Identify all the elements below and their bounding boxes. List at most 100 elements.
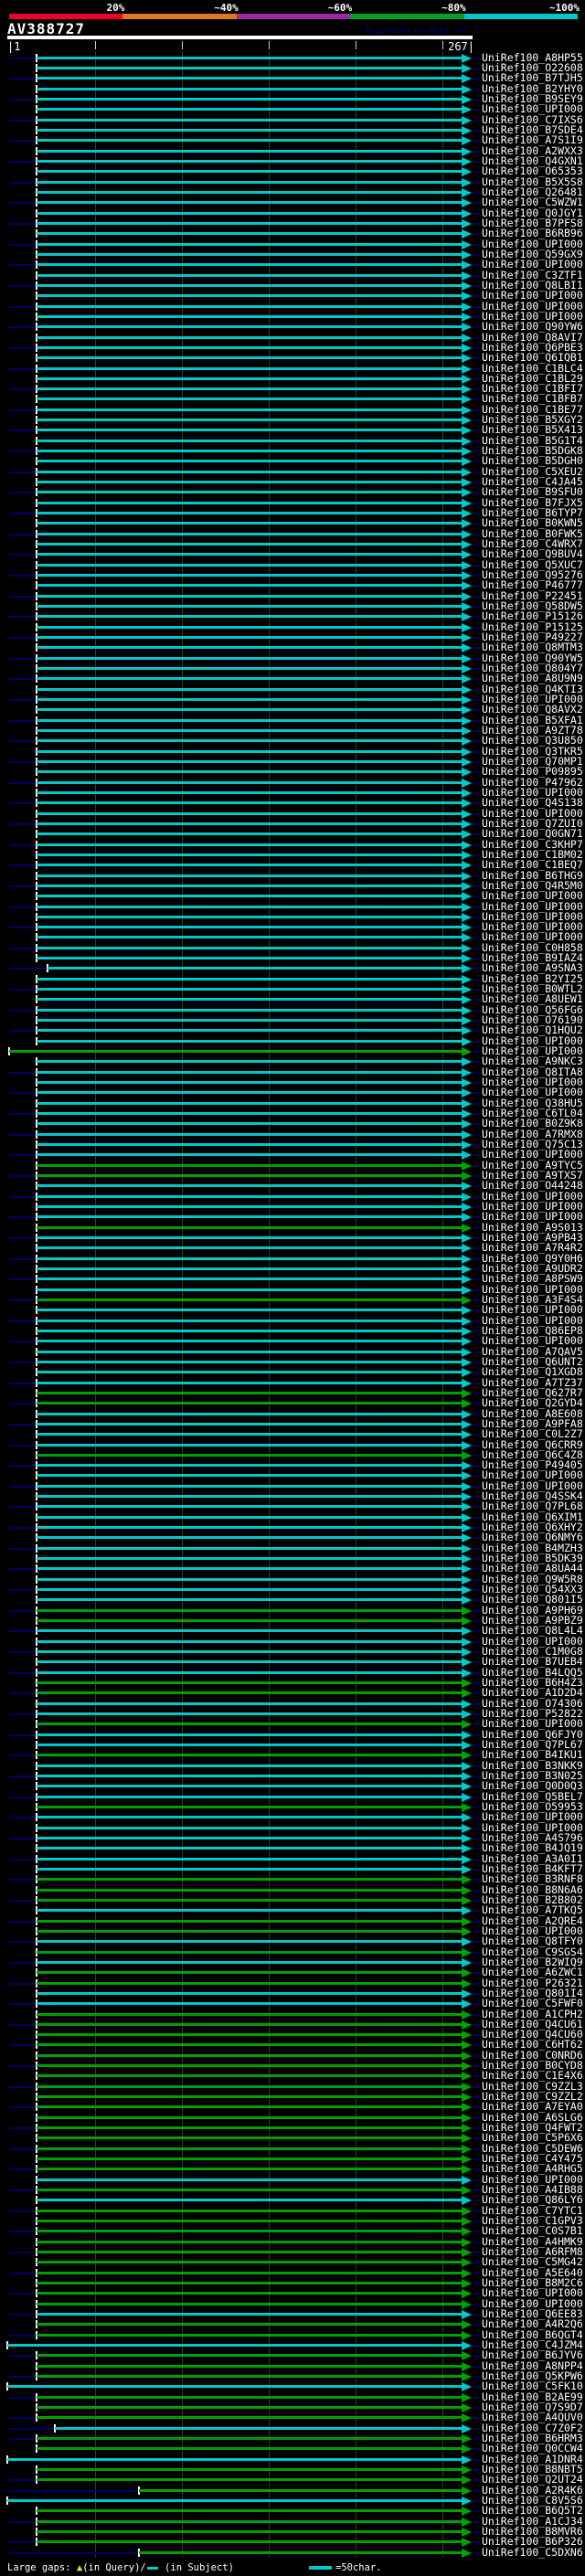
hit-arrow-icon[interactable]	[462, 2093, 472, 2102]
hit-arrow-icon[interactable]	[462, 1513, 472, 1522]
hit-arrow-icon[interactable]	[462, 810, 472, 819]
hit-arrow-icon[interactable]	[462, 2351, 472, 2360]
hit-bar[interactable]	[37, 1796, 462, 1798]
hit-arrow-icon[interactable]	[462, 1430, 472, 1439]
hit-bar[interactable]	[37, 2334, 462, 2337]
hit-bar[interactable]	[37, 574, 462, 577]
hit-bar[interactable]	[37, 1184, 462, 1187]
hit-arrow-icon[interactable]	[462, 1368, 472, 1377]
hit-arrow-icon[interactable]	[462, 799, 472, 808]
hit-arrow-icon[interactable]	[462, 1875, 472, 1884]
hit-arrow-icon[interactable]	[462, 1275, 472, 1284]
hit-arrow-icon[interactable]	[462, 260, 472, 270]
hit-bar[interactable]	[37, 315, 462, 318]
hit-bar[interactable]	[37, 377, 462, 380]
hit-bar[interactable]	[37, 1330, 462, 1332]
hit-arrow-icon[interactable]	[462, 1834, 472, 1843]
hit-arrow-icon[interactable]	[462, 1482, 472, 1491]
hit-bar[interactable]	[37, 553, 462, 556]
hit-bar[interactable]	[37, 201, 462, 204]
hit-bar[interactable]	[37, 77, 462, 80]
hit-arrow-icon[interactable]	[462, 2434, 472, 2443]
hit-arrow-icon[interactable]	[462, 2114, 472, 2123]
hit-arrow-icon[interactable]	[462, 1306, 472, 1315]
hit-arrow-icon[interactable]	[462, 1099, 472, 1108]
hit-bar[interactable]	[37, 1723, 462, 1725]
hit-arrow-icon[interactable]	[462, 758, 472, 767]
hit-arrow-icon[interactable]	[462, 726, 472, 736]
hit-bar[interactable]	[37, 875, 462, 877]
hit-arrow-icon[interactable]	[462, 1171, 472, 1181]
hit-arrow-icon[interactable]	[462, 768, 472, 777]
hit-bar[interactable]	[37, 2074, 462, 2077]
hit-bar[interactable]	[37, 2261, 462, 2263]
hit-bar[interactable]	[37, 781, 462, 784]
hit-bar[interactable]	[37, 1060, 462, 1063]
hit-bar[interactable]	[37, 698, 462, 701]
hit-bar[interactable]	[37, 1744, 462, 1746]
hit-bar[interactable]	[37, 1277, 462, 1280]
hit-bar[interactable]	[37, 636, 462, 639]
hit-arrow-icon[interactable]	[462, 1606, 472, 1616]
hit-bar[interactable]	[37, 853, 462, 856]
hit-arrow-icon[interactable]	[462, 188, 472, 197]
hit-arrow-icon[interactable]	[462, 229, 472, 239]
hit-bar[interactable]	[37, 770, 462, 773]
hit-bar[interactable]	[37, 491, 462, 493]
hit-bar[interactable]	[37, 677, 462, 680]
hit-bar[interactable]	[37, 2447, 462, 2450]
hit-arrow-icon[interactable]	[462, 1296, 472, 1305]
hit-bar[interactable]	[37, 1081, 462, 1084]
hit-bar[interactable]	[37, 1029, 462, 1032]
hit-bar[interactable]	[37, 564, 462, 567]
hit-arrow-icon[interactable]	[462, 116, 472, 125]
hit-arrow-icon[interactable]	[462, 85, 472, 94]
hit-bar[interactable]	[37, 1940, 462, 1943]
hit-arrow-icon[interactable]	[462, 954, 472, 963]
hit-bar[interactable]	[37, 1413, 462, 1415]
hit-bar[interactable]	[37, 801, 462, 804]
hit-arrow-icon[interactable]	[462, 1772, 472, 1781]
hit-arrow-icon[interactable]	[462, 1679, 472, 1688]
hit-bar[interactable]	[37, 1547, 462, 1550]
hit-bar[interactable]	[37, 595, 462, 598]
hit-bar[interactable]	[37, 667, 462, 670]
hit-arrow-icon[interactable]	[462, 2362, 472, 2371]
hit-bar[interactable]	[37, 356, 462, 359]
hit-bar[interactable]	[37, 1153, 462, 1156]
hit-bar[interactable]	[7, 2458, 462, 2461]
hit-arrow-icon[interactable]	[462, 861, 472, 870]
hit-arrow-icon[interactable]	[462, 178, 472, 187]
hit-arrow-icon[interactable]	[462, 509, 472, 518]
hit-arrow-icon[interactable]	[462, 1762, 472, 1771]
hit-arrow-icon[interactable]	[462, 1689, 472, 1698]
hit-bar[interactable]	[37, 1143, 462, 1146]
hit-arrow-icon[interactable]	[462, 478, 472, 487]
hit-bar[interactable]	[37, 1578, 462, 1581]
hit-bar[interactable]	[37, 1019, 462, 1022]
hit-bar[interactable]	[37, 2064, 462, 2067]
hit-arrow-icon[interactable]	[462, 995, 472, 1004]
hit-arrow-icon[interactable]	[462, 540, 472, 549]
hit-arrow-icon[interactable]	[462, 302, 472, 312]
hit-bar[interactable]	[37, 1433, 462, 1436]
hit-bar[interactable]	[37, 916, 462, 918]
hit-bar[interactable]	[37, 1816, 462, 1818]
hit-arrow-icon[interactable]	[462, 964, 472, 973]
hit-bar[interactable]	[37, 926, 462, 928]
hit-arrow-icon[interactable]	[462, 1979, 472, 1988]
hit-arrow-icon[interactable]	[462, 2331, 472, 2340]
hit-arrow-icon[interactable]	[462, 2145, 472, 2154]
hit-bar[interactable]	[37, 212, 462, 215]
hit-arrow-icon[interactable]	[462, 1720, 472, 1729]
hit-arrow-icon[interactable]	[462, 1638, 472, 1647]
hit-arrow-icon[interactable]	[462, 2186, 472, 2195]
hit-arrow-icon[interactable]	[462, 95, 472, 104]
hit-bar[interactable]	[37, 1640, 462, 1643]
hit-arrow-icon[interactable]	[462, 1471, 472, 1480]
hit-arrow-icon[interactable]	[462, 2062, 472, 2071]
hit-arrow-icon[interactable]	[462, 664, 472, 673]
hit-bar[interactable]	[37, 1526, 462, 1529]
hit-bar[interactable]	[37, 812, 462, 815]
hit-bar[interactable]	[37, 947, 462, 949]
